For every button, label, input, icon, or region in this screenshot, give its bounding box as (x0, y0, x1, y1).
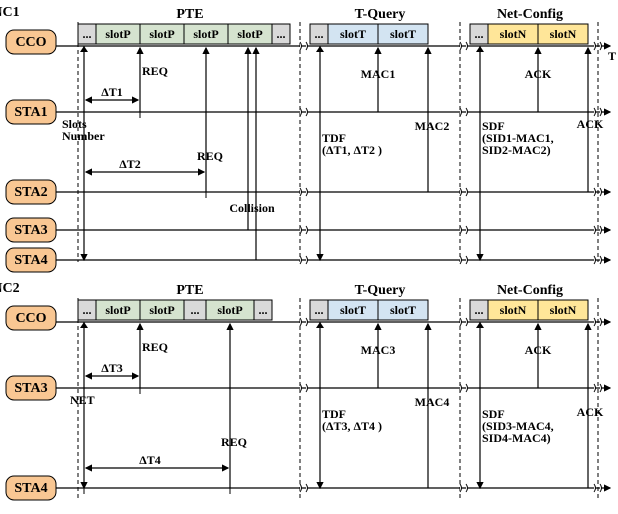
svg-text:slotP: slotP (193, 27, 218, 41)
svg-text:slotT: slotT (340, 27, 366, 41)
svg-text:SDF(SID3-MAC4,SID4-MAC4): SDF(SID3-MAC4,SID4-MAC4) (482, 407, 554, 445)
svg-text:ACK: ACK (525, 67, 552, 81)
svg-text:slotT: slotT (340, 303, 366, 317)
nc1-messages: SlotsNumber ΔT1 REQ ΔT2 REQ Collision TD… (62, 46, 604, 260)
svg-text:STA2: STA2 (14, 185, 47, 200)
nc1-slot-row: ... slotP slotP slotP slotP ... ... slot… (78, 24, 588, 44)
nc2-tquery-label: T-Query (355, 283, 406, 298)
svg-text:STA4: STA4 (14, 253, 47, 268)
nc1-pte-label: PTE (176, 7, 203, 22)
nc2-messages: NET ΔT3 REQ ΔT4 REQ TDF(ΔT3, ΔT4 ) MAC3 … (70, 322, 604, 494)
nc1-slots-number-label: SlotsNumber (62, 117, 105, 143)
svg-text:ACK: ACK (525, 343, 552, 357)
nc1-tquery-label: T-Query (355, 7, 406, 22)
svg-text:ΔT4: ΔT4 (139, 453, 161, 467)
nc1-nodes: CCO STA1 STA2 STA3 STA4 (6, 30, 56, 272)
svg-text:CCO: CCO (15, 35, 46, 50)
svg-text:STA3: STA3 (14, 223, 47, 238)
svg-text:CCO: CCO (15, 311, 46, 326)
svg-text:...: ... (475, 27, 484, 41)
svg-text:slotP: slotP (149, 27, 174, 41)
svg-text:...: ... (191, 303, 200, 317)
svg-text:slotP: slotP (149, 303, 174, 317)
nc2-breaks (300, 318, 602, 492)
svg-text:NET: NET (70, 393, 95, 407)
svg-text:REQ: REQ (142, 340, 168, 354)
svg-text:ΔT3: ΔT3 (101, 361, 123, 375)
svg-text:ΔT1: ΔT1 (101, 85, 123, 99)
svg-text:MAC3: MAC3 (361, 343, 396, 357)
nc2-slot-row: ... slotP slotP ... slotP ... ... slotT … (78, 300, 588, 320)
svg-text:slotP: slotP (217, 303, 242, 317)
svg-text:STA4: STA4 (14, 481, 47, 496)
svg-text:...: ... (315, 303, 324, 317)
svg-text:...: ... (83, 27, 92, 41)
svg-text:REQ: REQ (197, 149, 223, 163)
nc1-netcfg-label: Net-Config (497, 7, 563, 22)
svg-text:slotN: slotN (550, 27, 577, 41)
svg-text:slotP: slotP (237, 27, 262, 41)
svg-text:MAC1: MAC1 (361, 67, 396, 81)
svg-text:slotT: slotT (390, 27, 416, 41)
svg-text:T: T (608, 49, 616, 63)
svg-text:ΔT2: ΔT2 (119, 157, 141, 171)
svg-text:Collision: Collision (229, 201, 275, 215)
svg-text:STA1: STA1 (14, 105, 47, 120)
nc1-title: NC1 (0, 5, 20, 20)
svg-text:REQ: REQ (142, 64, 168, 78)
svg-text:TDF(ΔT3, ΔT4 ): TDF(ΔT3, ΔT4 ) (322, 407, 382, 433)
svg-text:STA3: STA3 (14, 381, 47, 396)
svg-text:slotN: slotN (500, 27, 527, 41)
nc1-sdf-label: SDF(SID1-MAC1,SID2-MAC2) (482, 119, 554, 157)
svg-text:REQ: REQ (221, 435, 247, 449)
svg-text:slotP: slotP (105, 303, 130, 317)
svg-text:MAC2: MAC2 (415, 119, 450, 133)
nc2-netcfg-label: Net-Config (497, 283, 563, 298)
svg-text:slotP: slotP (105, 27, 130, 41)
nc2-title: NC2 (0, 281, 20, 296)
svg-text:...: ... (83, 303, 92, 317)
svg-text:...: ... (259, 303, 268, 317)
svg-text:...: ... (277, 27, 286, 41)
nc1-tdf-label: TDF(ΔT1, ΔT2 ) (322, 131, 382, 157)
svg-text:ACK: ACK (577, 117, 604, 131)
svg-text:MAC4: MAC4 (415, 395, 450, 409)
svg-text:slotT: slotT (390, 303, 416, 317)
svg-text:ACK: ACK (577, 405, 604, 419)
svg-text:...: ... (475, 303, 484, 317)
svg-text:slotN: slotN (550, 303, 577, 317)
svg-text:...: ... (315, 27, 324, 41)
nc2-pte-label: PTE (176, 283, 203, 298)
nc2-nodes: CCO STA3 STA4 (6, 306, 56, 500)
svg-text:slotN: slotN (500, 303, 527, 317)
